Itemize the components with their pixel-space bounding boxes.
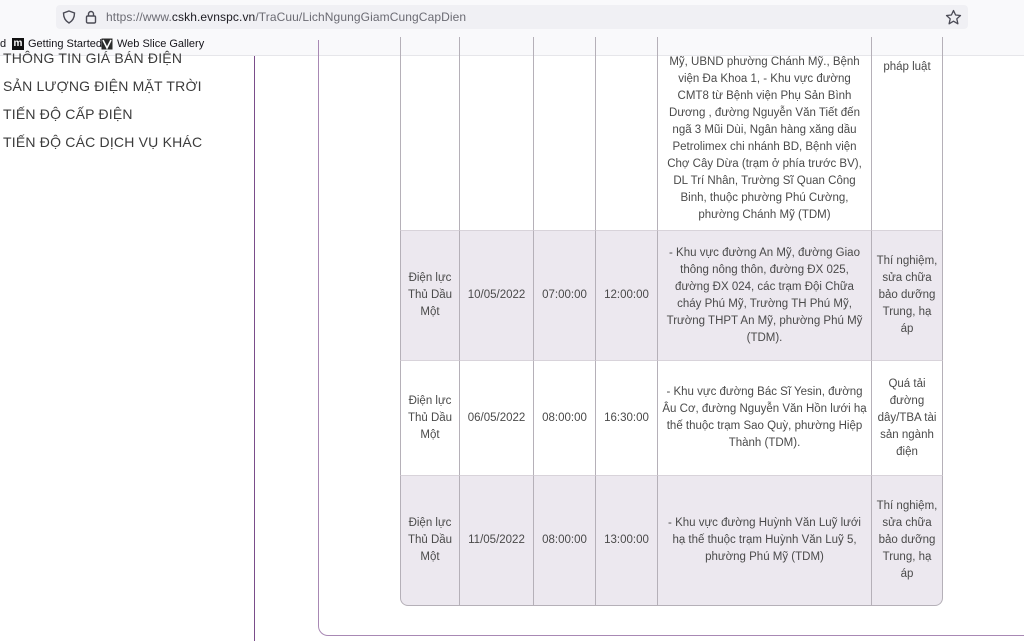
date-cell	[460, 37, 534, 231]
unit-cell: Điện lực Thủ Dầu Một	[400, 361, 460, 476]
web-slice-icon	[101, 38, 113, 50]
outage-schedule-table: Mỹ, UBND phường Chánh Mỹ., Bệnh viện Đa …	[400, 37, 943, 606]
reason-cell: Thí nghiệm, sửa chữa bảo dưỡng Trung, hạ…	[872, 231, 943, 361]
start-time-cell: 08:00:00	[534, 476, 596, 606]
table-row: Mỹ, UBND phường Chánh Mỹ., Bệnh viện Đa …	[400, 37, 943, 231]
bookmark-label: Getting Started	[28, 38, 102, 50]
date-cell: 10/05/2022	[460, 231, 534, 361]
area-text: Mỹ, UBND phường Chánh Mỹ., Bệnh viện Đa …	[667, 56, 862, 221]
table-row: Điện lực Thủ Dầu Một 11/05/2022 08:00:00…	[400, 476, 943, 606]
sidebar-item-san-luong-dien-mat-troi[interactable]: SẢN LƯỢNG ĐIỆN MẶT TRỜI	[3, 78, 202, 94]
start-time-cell	[534, 37, 596, 231]
bookmark-star-icon[interactable]	[945, 9, 962, 26]
unit-cell	[400, 37, 460, 231]
end-time-cell: 13:00:00	[596, 476, 658, 606]
url-prefix: https://www.	[106, 10, 172, 24]
reason-text: pháp luật	[883, 61, 931, 73]
area-cell: - Khu vực đường Bác Sĩ Yesin, đường Âu C…	[658, 361, 872, 476]
lock-icon[interactable]	[85, 10, 97, 24]
m-logo-icon: m	[12, 38, 24, 50]
url-host: cskh.evnspc.vn	[171, 10, 256, 24]
area-cell: - Khu vực đường Huỳnh Văn Luỹ lưới hạ th…	[658, 476, 872, 606]
date-cell: 11/05/2022	[460, 476, 534, 606]
start-time-cell: 08:00:00	[534, 361, 596, 476]
table-row: Điện lực Thủ Dầu Một 06/05/2022 08:00:00…	[400, 361, 943, 476]
shield-icon[interactable]	[62, 10, 76, 24]
reason-cell: Quá tải đường dây/TBA tài sản ngành điện	[872, 361, 943, 476]
reason-cell: pháp luật	[872, 37, 943, 231]
bookmark-item[interactable]: d	[0, 38, 6, 50]
url-text[interactable]: https://www.cskh.evnspc.vn/TraCuu/LichNg…	[106, 10, 466, 24]
sidebar-item-tien-do-cap-dien[interactable]: TIẾN ĐỘ CẤP ĐIỆN	[3, 106, 133, 122]
reason-cell: Thí nghiệm, sửa chữa bảo dưỡng Trung, hạ…	[872, 476, 943, 606]
date-cell: 06/05/2022	[460, 361, 534, 476]
unit-cell: Điện lực Thủ Dầu Một	[400, 231, 460, 361]
start-time-cell: 07:00:00	[534, 231, 596, 361]
table-row: Điện lực Thủ Dầu Một 10/05/2022 07:00:00…	[400, 231, 943, 361]
browser-toolbar: https://www.cskh.evnspc.vn/TraCuu/LichNg…	[0, 0, 1024, 34]
bookmark-web-slice-gallery[interactable]: Web Slice Gallery	[101, 38, 204, 50]
end-time-cell: 16:30:00	[596, 361, 658, 476]
area-cell: Mỹ, UBND phường Chánh Mỹ., Bệnh viện Đa …	[658, 37, 872, 231]
bookmark-getting-started[interactable]: m Getting Started	[12, 38, 102, 50]
end-time-cell: 12:00:00	[596, 231, 658, 361]
sidebar-item-gia-ban-dien[interactable]: THÔNG TIN GIÁ BÁN ĐIỆN	[3, 50, 182, 66]
url-path: /TraCuu/LichNgungGiamCungCapDien	[255, 10, 467, 24]
sidebar-item-tien-do-dich-vu-khac[interactable]: TIẾN ĐỘ CÁC DỊCH VỤ KHÁC	[3, 134, 202, 150]
area-cell: - Khu vực đường An Mỹ, đường Giao thông …	[658, 231, 872, 361]
bookmark-label: d	[0, 38, 7, 50]
unit-cell: Điện lực Thủ Dầu Một	[400, 476, 460, 606]
sidebar-divider	[254, 56, 255, 641]
end-time-cell	[596, 37, 658, 231]
bookmark-label: Web Slice Gallery	[117, 38, 205, 50]
